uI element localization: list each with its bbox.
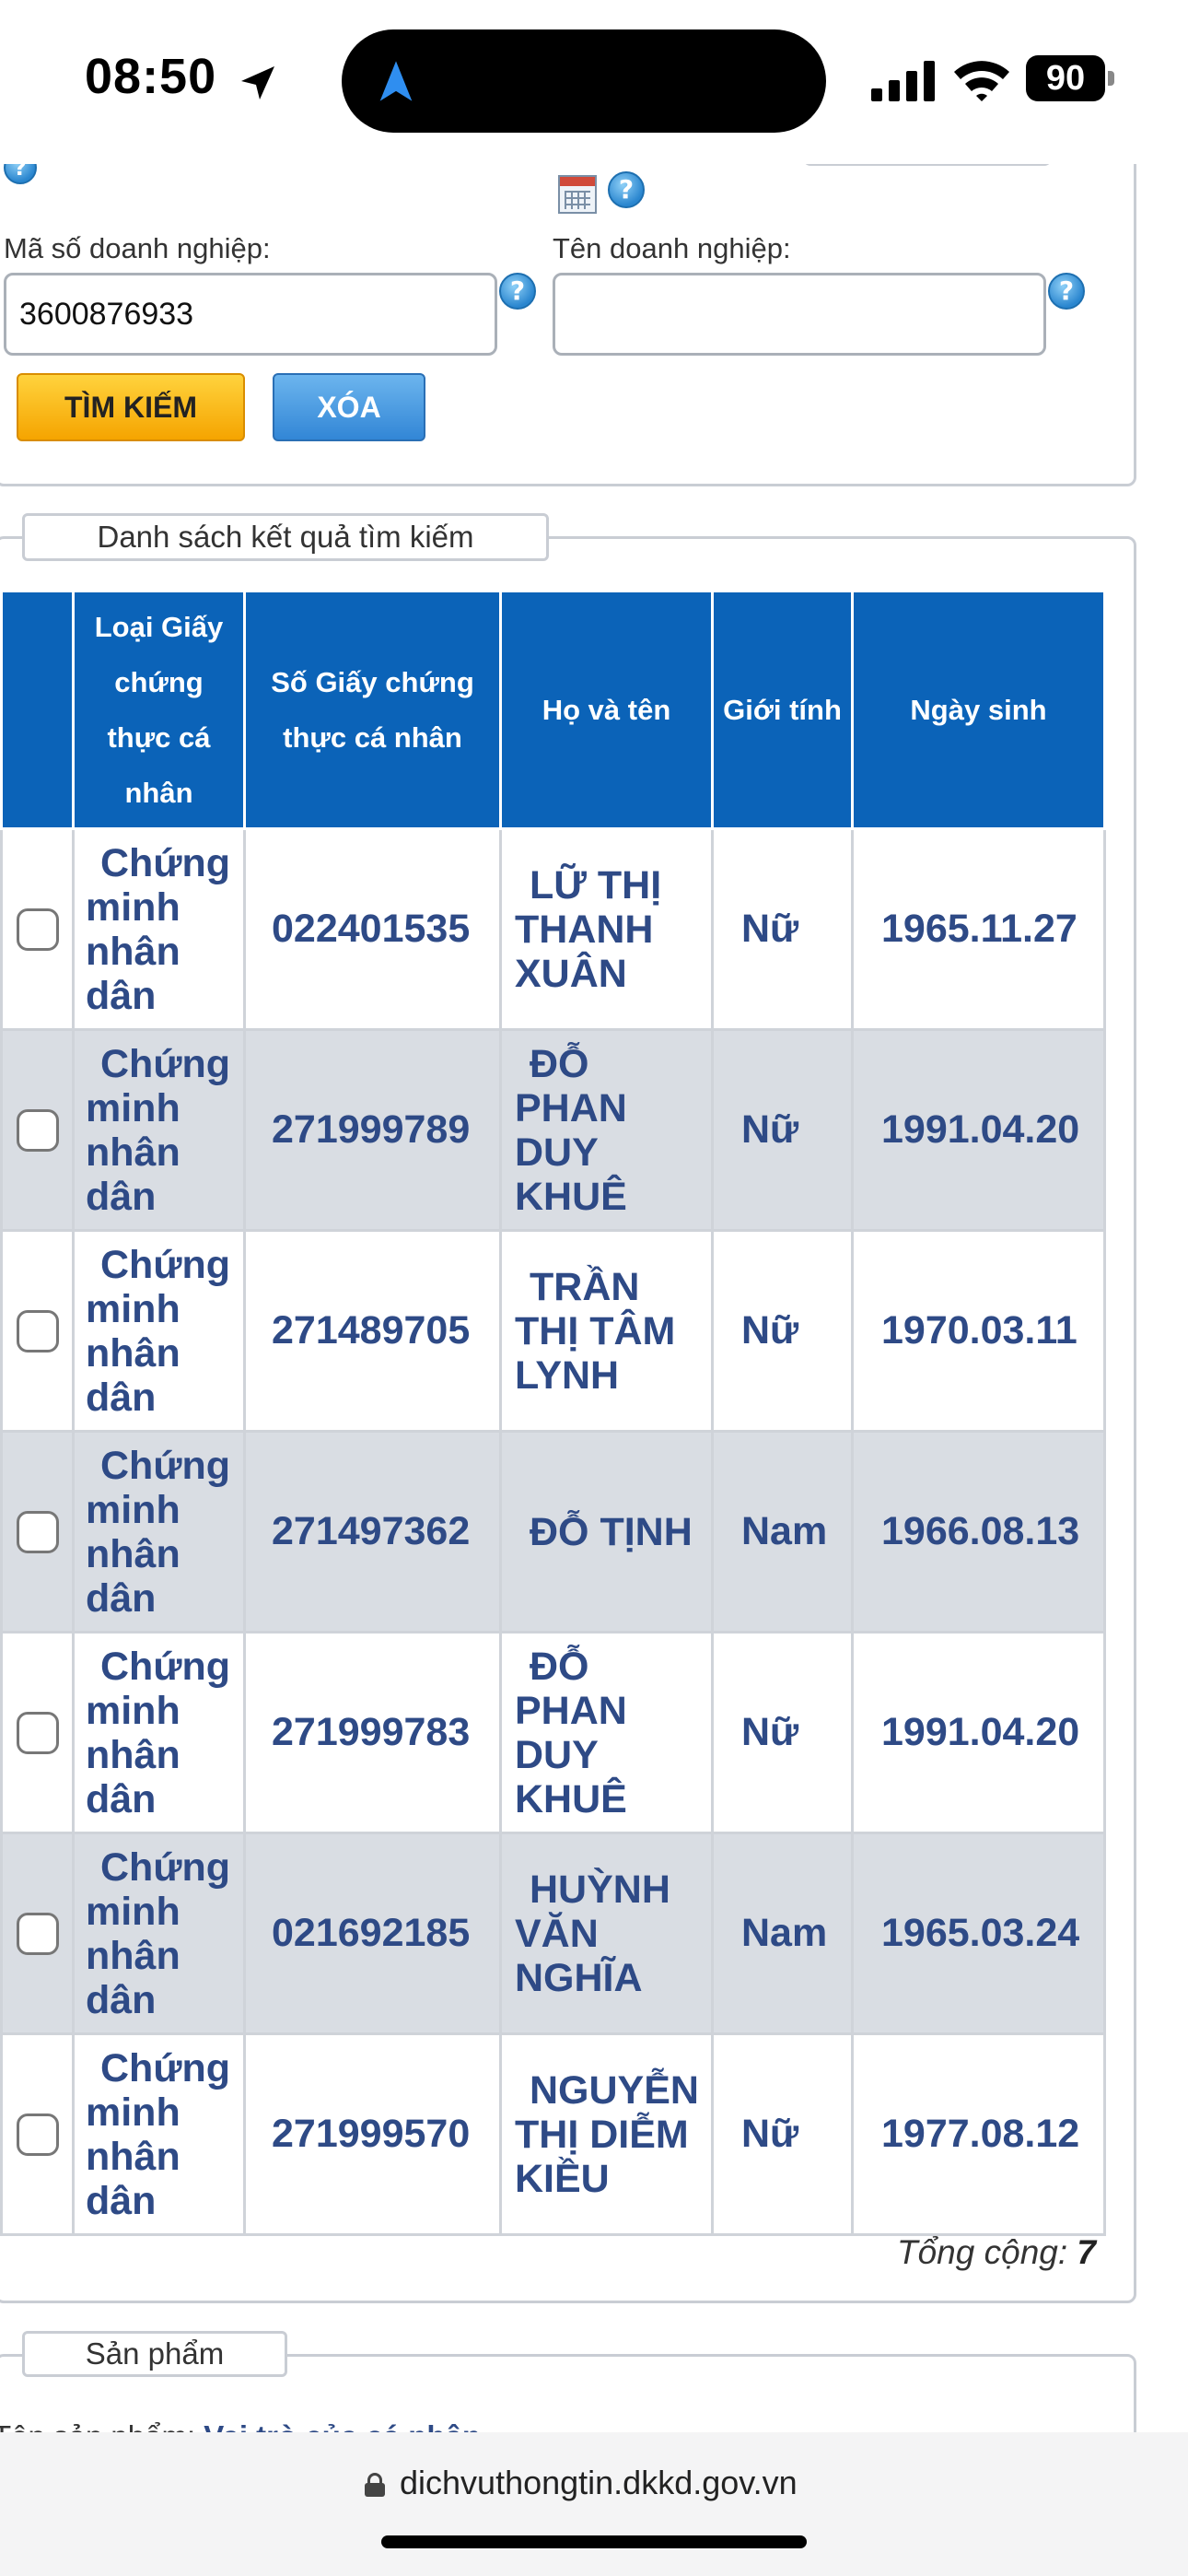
id-type-cell: Chứng minh nhân dân <box>72 1832 246 2035</box>
id-type-cell: Chứng minh nhân dân <box>72 827 246 1031</box>
full-name-cell: ĐỖ TỊNH <box>499 1430 714 1633</box>
row-checkbox[interactable] <box>16 1108 59 1152</box>
full-name-cell: TRẦN THỊ TÂM LYNH <box>499 1229 714 1433</box>
id-type-cell: Chứng minh nhân dân <box>72 1229 246 1433</box>
row-checkbox[interactable] <box>16 907 59 951</box>
table-row[interactable]: Chứng minh nhân dân 021692185 HUỲNH VĂN … <box>0 1832 1106 2035</box>
header-full-name: Họ và tên <box>499 590 714 830</box>
full-name-cell: ĐỖ PHAN DUY KHUÊ <box>499 1631 714 1834</box>
id-type-cell: Chứng minh nhân dân <box>72 1028 246 1232</box>
row-select-cell <box>0 827 75 1031</box>
row-select-cell <box>0 2032 75 2236</box>
total-count: 7 <box>1077 2233 1096 2271</box>
id-number-cell: 271497362 <box>243 1430 502 1633</box>
wifi-icon <box>954 61 1009 101</box>
tax-code-label: Mã số doanh nghiệp: <box>4 232 271 264</box>
date-of-birth-cell: 1970.03.11 <box>851 1229 1106 1433</box>
status-bar: 08:50 90 <box>0 0 1188 164</box>
date-of-birth-cell: 1977.08.12 <box>851 2032 1106 2236</box>
gender-cell: Nam <box>711 1832 854 2035</box>
help-icon[interactable]: ? <box>608 171 645 208</box>
id-number-cell: 271999783 <box>243 1631 502 1834</box>
row-checkbox[interactable] <box>16 1309 59 1352</box>
battery-tip <box>1108 71 1114 86</box>
full-name-cell: NGUYỄN THỊ DIỄM KIỀU <box>499 2032 714 2236</box>
help-icon[interactable]: ? <box>499 273 536 310</box>
id-number-cell: 271489705 <box>243 1229 502 1433</box>
calendar-icon[interactable] <box>558 175 597 214</box>
header-date-of-birth: Ngày sinh <box>851 590 1106 830</box>
signal-icon <box>871 61 935 101</box>
gender-cell: Nữ <box>711 2032 854 2236</box>
row-checkbox[interactable] <box>16 1912 59 1955</box>
company-name-label: Tên doanh nghiệp: <box>553 232 791 264</box>
gender-cell: Nữ <box>711 1229 854 1433</box>
results-total: Tổng cộng: 7 <box>897 2233 1096 2272</box>
full-name-cell: HUỲNH VĂN NGHĨA <box>499 1832 714 2035</box>
results-legend: Danh sách kết quả tìm kiếm <box>22 513 549 561</box>
row-select-cell <box>0 1028 75 1232</box>
table-header-row: Loại Giấy chứng thực cá nhân Số Giấy chứ… <box>0 590 1106 830</box>
table-row[interactable]: Chứng minh nhân dân 022401535 LỮ THỊ THA… <box>0 827 1106 1031</box>
total-label: Tổng cộng: <box>897 2233 1068 2271</box>
id-number-cell: 271999789 <box>243 1028 502 1232</box>
gender-cell: Nam <box>711 1430 854 1633</box>
company-name-input[interactable] <box>553 273 1046 356</box>
row-checkbox[interactable] <box>16 2113 59 2156</box>
lock-body <box>365 2483 385 2497</box>
battery-level: 90 <box>1026 55 1105 101</box>
table-row[interactable]: Chứng minh nhân dân 271489705 TRẦN THỊ T… <box>0 1229 1106 1433</box>
full-name-cell: LỮ THỊ THANH XUÂN <box>499 827 714 1031</box>
search-button[interactable]: TÌM KIẾM <box>17 373 245 441</box>
clear-button[interactable]: XÓA <box>273 373 425 441</box>
table-row[interactable]: Chứng minh nhân dân 271999783 ĐỖ PHAN DU… <box>0 1631 1106 1834</box>
url-text[interactable]: dichvuthongtin.dkkd.gov.vn <box>400 2464 798 2502</box>
table-row[interactable]: Chứng minh nhân dân 271497362 ĐỖ TỊNH Na… <box>0 1430 1106 1633</box>
row-checkbox[interactable] <box>16 1711 59 1754</box>
table-row[interactable]: Chứng minh nhân dân 271999570 NGUYỄN THỊ… <box>0 2032 1106 2236</box>
home-indicator[interactable] <box>381 2535 807 2548</box>
id-type-cell: Chứng minh nhân dân <box>72 1631 246 1834</box>
date-of-birth-cell: 1991.04.20 <box>851 1028 1106 1232</box>
gender-cell: Nữ <box>711 1028 854 1232</box>
results-table: Loại Giấy chứng thực cá nhân Số Giấy chứ… <box>0 590 1106 2236</box>
battery-icon: 90 <box>1026 55 1114 101</box>
date-of-birth-cell: 1966.08.13 <box>851 1430 1106 1633</box>
row-select-cell <box>0 1229 75 1433</box>
id-type-cell: Chứng minh nhân dân <box>72 1430 246 1633</box>
id-number-cell: 271999570 <box>243 2032 502 2236</box>
tax-code-input[interactable]: 3600876933 <box>4 273 497 356</box>
full-name-cell: ĐỖ PHAN DUY KHUÊ <box>499 1028 714 1232</box>
calendar-grid <box>565 191 590 209</box>
header-select <box>0 590 75 830</box>
header-gender: Giới tính <box>711 590 854 830</box>
gender-cell: Nữ <box>711 827 854 1031</box>
date-of-birth-cell: 1991.04.20 <box>851 1631 1106 1834</box>
id-type-cell: Chứng minh nhân dân <box>72 2032 246 2236</box>
help-icon[interactable]: ? <box>1048 273 1085 310</box>
row-checkbox[interactable] <box>16 1510 59 1553</box>
gender-cell: Nữ <box>711 1631 854 1834</box>
id-number-cell: 021692185 <box>243 1832 502 2035</box>
header-id-type: Loại Giấy chứng thực cá nhân <box>72 590 246 830</box>
row-select-cell <box>0 1832 75 2035</box>
date-of-birth-cell: 1965.11.27 <box>851 827 1106 1031</box>
header-id-number: Số Giấy chứng thực cá nhân <box>243 590 502 830</box>
date-of-birth-cell: 1965.03.24 <box>851 1832 1106 2035</box>
row-select-cell <box>0 1631 75 1834</box>
status-time: 08:50 <box>85 49 217 104</box>
browser-url-bar[interactable]: dichvuthongtin.dkkd.gov.vn <box>0 2432 1188 2576</box>
id-number-cell: 022401535 <box>243 827 502 1031</box>
row-select-cell <box>0 1430 75 1633</box>
table-row[interactable]: Chứng minh nhân dân 271999789 ĐỖ PHAN DU… <box>0 1028 1106 1232</box>
calendar-header <box>560 177 595 186</box>
lock-icon <box>365 2473 385 2497</box>
navigation-arrow-icon <box>379 61 413 101</box>
product-legend: Sản phẩm <box>22 2331 287 2377</box>
location-arrow-icon <box>241 66 274 100</box>
